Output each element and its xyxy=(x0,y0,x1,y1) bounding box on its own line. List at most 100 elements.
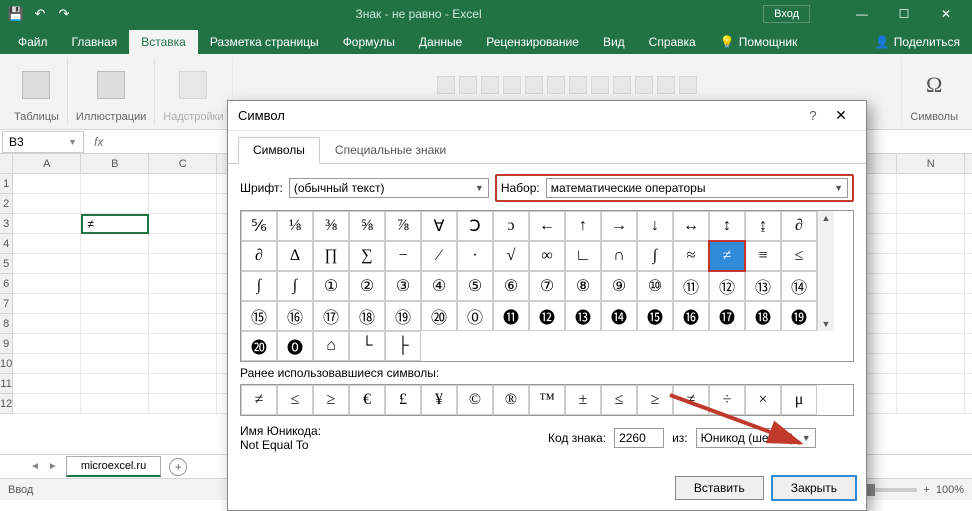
symbol-cell[interactable]: ⑥ xyxy=(493,271,529,301)
sheet-tab[interactable]: microexcel.ru xyxy=(66,456,161,477)
recent-symbol-cell[interactable]: ≥ xyxy=(313,385,349,415)
cell[interactable] xyxy=(965,374,972,394)
col-header[interactable]: A xyxy=(13,154,81,174)
cell[interactable] xyxy=(965,234,972,254)
symbol-scrollbar[interactable]: ▲▼ xyxy=(817,211,834,331)
minimize-button[interactable]: — xyxy=(842,1,882,27)
symbol-cell[interactable]: ⅚ xyxy=(241,211,277,241)
recent-symbol-cell[interactable]: € xyxy=(349,385,385,415)
row-header[interactable]: 7 xyxy=(0,294,13,314)
symbol-cell[interactable]: ↔ xyxy=(673,211,709,241)
recent-symbol-cell[interactable]: £ xyxy=(385,385,421,415)
cell[interactable] xyxy=(81,394,149,414)
cell[interactable]: ≠ xyxy=(81,214,149,234)
cell[interactable] xyxy=(81,374,149,394)
cell[interactable] xyxy=(81,254,149,274)
cell[interactable] xyxy=(965,254,972,274)
cell[interactable] xyxy=(897,214,965,234)
dialog-close-button[interactable]: ✕ xyxy=(826,107,856,124)
insert-button[interactable]: Вставить xyxy=(675,476,764,500)
cell[interactable] xyxy=(81,354,149,374)
login-button[interactable]: Вход xyxy=(763,5,810,23)
sheet-nav-prev[interactable]: ◄ xyxy=(30,461,40,472)
symbol-cell[interactable]: ↕ xyxy=(709,211,745,241)
symbol-cell[interactable]: ⓿ xyxy=(277,331,313,361)
symbol-cell[interactable]: ⓬ xyxy=(529,301,565,331)
row-header[interactable]: 11 xyxy=(0,374,13,394)
cell[interactable] xyxy=(149,234,217,254)
code-input[interactable] xyxy=(614,428,664,448)
symbol-cell[interactable]: ⅜ xyxy=(313,211,349,241)
symbol-cell[interactable]: ⑨ xyxy=(601,271,637,301)
symbol-cell[interactable]: Δ xyxy=(277,241,313,271)
cell[interactable] xyxy=(149,194,217,214)
dialog-tab-symbols[interactable]: Символы xyxy=(238,137,320,164)
cell[interactable] xyxy=(897,334,965,354)
close-button[interactable]: ✕ xyxy=(926,1,966,27)
symbol-cell[interactable]: ↑ xyxy=(565,211,601,241)
symbol-cell[interactable]: Ɐ xyxy=(421,211,457,241)
symbol-cell[interactable]: ⑫ xyxy=(709,271,745,301)
close-dialog-button[interactable]: Закрыть xyxy=(772,476,856,500)
sheet-nav-next[interactable]: ► xyxy=(48,461,58,472)
symbols-icon[interactable]: Ω xyxy=(926,72,942,98)
tab-layout[interactable]: Разметка страницы xyxy=(198,30,331,54)
cell[interactable] xyxy=(897,274,965,294)
tab-review[interactable]: Рецензирование xyxy=(474,30,591,54)
cell[interactable] xyxy=(149,374,217,394)
cell[interactable] xyxy=(13,294,81,314)
symbol-cell[interactable]: ⑭ xyxy=(781,271,817,301)
cell[interactable] xyxy=(81,274,149,294)
symbol-cell[interactable]: ⑪ xyxy=(673,271,709,301)
symbol-cell[interactable]: ⓴ xyxy=(241,331,277,361)
col-header[interactable]: O xyxy=(965,154,972,174)
symbol-cell[interactable]: ⓯ xyxy=(637,301,673,331)
cell[interactable] xyxy=(897,194,965,214)
cell[interactable] xyxy=(13,234,81,254)
symbol-cell[interactable]: ∕ xyxy=(421,241,457,271)
symbol-cell[interactable]: ⅞ xyxy=(385,211,421,241)
cell[interactable] xyxy=(965,274,972,294)
tab-home[interactable]: Главная xyxy=(60,30,130,54)
cell[interactable] xyxy=(897,314,965,334)
symbol-cell[interactable]: Ↄ xyxy=(457,211,493,241)
recent-symbol-cell[interactable]: © xyxy=(457,385,493,415)
from-select[interactable]: Юникод (шестн.)▼ xyxy=(696,428,816,448)
cell[interactable] xyxy=(81,334,149,354)
symbol-cell[interactable]: ⓰ xyxy=(673,301,709,331)
recent-symbol-cell[interactable]: ® xyxy=(493,385,529,415)
name-box[interactable]: B3▼ xyxy=(2,131,84,153)
recent-symbol-cell[interactable]: ™ xyxy=(529,385,565,415)
cell[interactable] xyxy=(897,234,965,254)
row-header[interactable]: 4 xyxy=(0,234,13,254)
font-select[interactable]: (обычный текст)▼ xyxy=(289,178,489,198)
fx-button[interactable]: fx xyxy=(86,135,111,149)
cell[interactable] xyxy=(897,294,965,314)
recent-symbol-cell[interactable]: ≠ xyxy=(673,385,709,415)
cell[interactable] xyxy=(13,354,81,374)
cell[interactable] xyxy=(149,314,217,334)
symbol-cell[interactable]: ⑱ xyxy=(349,301,385,331)
undo-icon[interactable]: ↶ xyxy=(30,4,50,24)
row-header[interactable]: 6 xyxy=(0,274,13,294)
row-header[interactable]: 10 xyxy=(0,354,13,374)
illustrations-icon[interactable] xyxy=(97,71,125,99)
cell[interactable] xyxy=(149,334,217,354)
zoom-in[interactable]: + xyxy=(923,484,929,496)
cell[interactable] xyxy=(897,354,965,374)
symbol-cell[interactable]: ≡ xyxy=(745,241,781,271)
redo-icon[interactable]: ↷ xyxy=(54,4,74,24)
symbol-cell[interactable]: ∟ xyxy=(565,241,601,271)
symbol-cell[interactable]: ∑ xyxy=(349,241,385,271)
row-header[interactable]: 9 xyxy=(0,334,13,354)
symbol-cell[interactable]: → xyxy=(601,211,637,241)
row-header[interactable]: 8 xyxy=(0,314,13,334)
row-header[interactable]: 2 xyxy=(0,194,13,214)
symbol-cell[interactable]: ↨ xyxy=(745,211,781,241)
cell[interactable] xyxy=(965,174,972,194)
symbol-cell[interactable]: ⑩ xyxy=(637,271,673,301)
tell-me[interactable]: 💡 Помощник xyxy=(708,30,810,54)
symbol-cell[interactable]: ∂ xyxy=(781,211,817,241)
symbol-cell[interactable]: ∙ xyxy=(457,241,493,271)
symbol-cell[interactable]: ① xyxy=(313,271,349,301)
